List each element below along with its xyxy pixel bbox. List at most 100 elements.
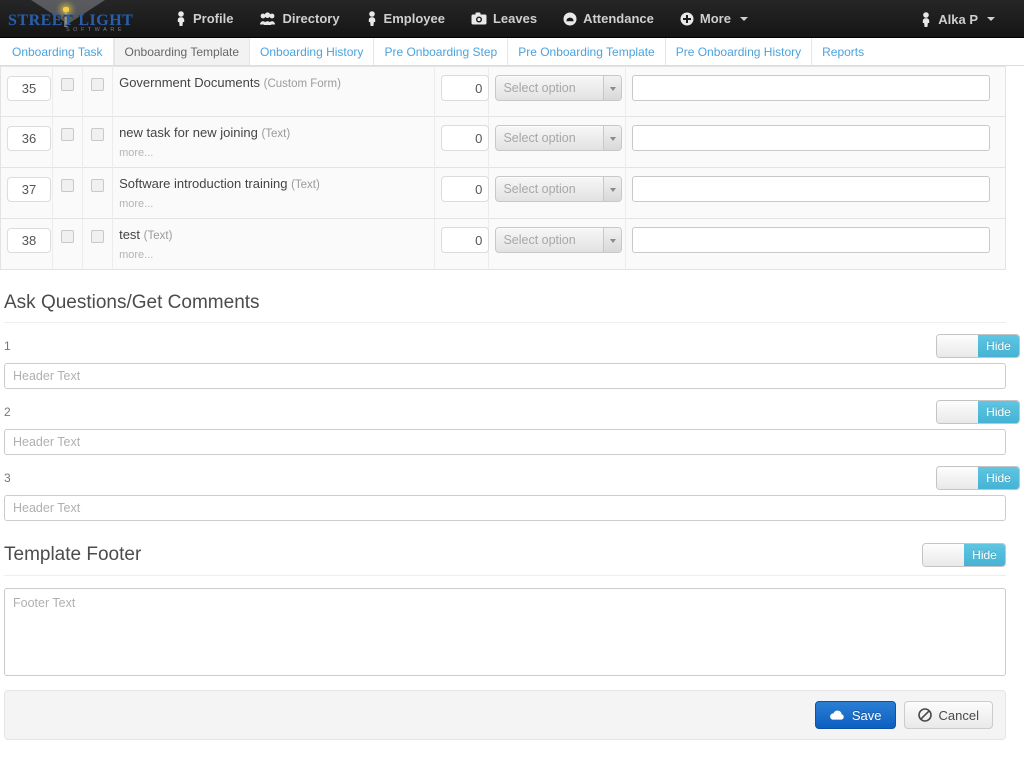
question-header-input[interactable] <box>4 363 1006 389</box>
task-option-select[interactable]: Select option <box>495 125 623 151</box>
toggle-hide-label: Hide <box>978 401 1019 423</box>
task-title-text: Government Documents <box>119 75 260 90</box>
task-option-select[interactable]: Select option <box>495 176 623 202</box>
task-note-input[interactable] <box>631 75 990 101</box>
nav-item-profile[interactable]: Profile <box>162 0 246 38</box>
task-note-input[interactable] <box>631 176 990 202</box>
task-more-link[interactable]: more... <box>119 198 428 210</box>
tab-onboarding-task[interactable]: Onboarding Task <box>2 38 114 65</box>
ban-icon <box>917 708 932 722</box>
question-row: 3 Hide <box>4 466 1020 490</box>
question-block: 3 Hide <box>0 466 1024 521</box>
question-row: 1 Hide <box>4 334 1020 358</box>
task-more-link[interactable]: more... <box>119 249 428 261</box>
chevron-down-icon <box>739 16 748 21</box>
onboarding-task-table: 35 Government Documents (Custom Form) Se… <box>0 66 1006 270</box>
nav-item-more[interactable]: More <box>667 0 761 38</box>
brand-logo[interactable]: STREET LIGHT SOFTWARE <box>0 0 150 38</box>
select-value: Select option <box>503 233 576 247</box>
table-row: 38 test (Text) more... Select option <box>0 218 1006 270</box>
plus-circle-icon <box>680 12 694 26</box>
chevron-down-icon <box>610 137 617 141</box>
footer-hide-toggle[interactable]: Hide <box>922 543 1006 567</box>
tab-onboarding-template[interactable]: Onboarding Template <box>113 38 251 65</box>
select-toggle-button[interactable] <box>603 126 622 150</box>
row-id: 38 <box>7 228 51 253</box>
task-title-text: test <box>119 227 141 242</box>
save-button[interactable]: Save <box>814 701 896 729</box>
footer-text-textarea[interactable] <box>4 588 1006 676</box>
nav-label-more: More <box>699 11 731 26</box>
task-note-input[interactable] <box>631 125 990 151</box>
cancel-button[interactable]: Cancel <box>903 701 993 729</box>
task-days-input[interactable] <box>441 75 490 101</box>
nav-item-attendance[interactable]: Attendance <box>550 0 667 38</box>
row-select-checkbox[interactable] <box>61 78 75 91</box>
task-days-input[interactable] <box>441 227 490 253</box>
sub-navigation-tabs: Onboarding Task Onboarding Template Onbo… <box>0 38 1024 66</box>
nav-item-employee[interactable]: Employee <box>353 0 458 38</box>
tab-onboarding-history[interactable]: Onboarding History <box>250 38 375 65</box>
select-value: Select option <box>503 131 576 145</box>
select-toggle-button[interactable] <box>603 177 622 201</box>
task-title: new task for new joining (Text) <box>119 125 428 142</box>
question-number: 3 <box>4 471 11 485</box>
toggle-hide-label: Hide <box>978 335 1019 357</box>
row-mandatory-checkbox[interactable] <box>91 128 105 141</box>
task-option-select[interactable]: Select option <box>495 227 623 253</box>
task-title-text: new task for new joining <box>119 125 258 140</box>
account-menu[interactable]: Alka P <box>907 0 1008 38</box>
nav-item-account[interactable]: Alka P <box>907 0 1008 38</box>
page-content: 35 Government Documents (Custom Form) Se… <box>0 66 1024 740</box>
toggle-knob <box>923 544 965 566</box>
tab-pre-onboarding-step[interactable]: Pre Onboarding Step <box>374 38 509 65</box>
select-toggle-button[interactable] <box>603 76 622 100</box>
nav-item-leaves[interactable]: Leaves <box>458 0 550 38</box>
row-select-checkbox[interactable] <box>61 128 75 141</box>
main-menu: Profile Directory Employee Leaves Attend <box>162 0 761 38</box>
tab-reports[interactable]: Reports <box>812 38 875 65</box>
task-type-label: (Text) <box>261 128 291 140</box>
task-note-input[interactable] <box>631 227 990 253</box>
task-days-input[interactable] <box>441 125 490 151</box>
row-mandatory-checkbox[interactable] <box>91 179 105 192</box>
row-select-checkbox[interactable] <box>61 179 75 192</box>
tab-pre-onboarding-template[interactable]: Pre Onboarding Template <box>508 38 666 65</box>
nav-item-directory[interactable]: Directory <box>246 0 352 38</box>
task-days-input[interactable] <box>441 176 490 202</box>
table-row: 35 Government Documents (Custom Form) Se… <box>0 66 1006 117</box>
toggle-hide-label: Hide <box>978 467 1019 489</box>
task-option-select[interactable]: Select option <box>495 75 623 101</box>
task-type-label: (Text) <box>143 230 173 242</box>
user-icon <box>175 11 187 26</box>
top-navbar: STREET LIGHT SOFTWARE Profile Directory … <box>0 0 1024 38</box>
question-number: 1 <box>4 339 11 353</box>
save-button-label: Save <box>851 707 882 723</box>
select-toggle-button[interactable] <box>603 228 622 252</box>
question-hide-toggle[interactable]: Hide <box>936 466 1020 490</box>
footer-section-title: Template Footer <box>4 544 142 565</box>
toggle-knob <box>937 467 979 489</box>
row-mandatory-checkbox[interactable] <box>91 78 105 91</box>
row-mandatory-checkbox[interactable] <box>91 230 105 243</box>
user-icon <box>920 11 932 27</box>
question-block: 1 Hide <box>0 334 1024 389</box>
chevron-down-icon <box>610 87 617 91</box>
task-title-text: Software introduction training <box>119 176 288 191</box>
nav-label-employee: Employee <box>383 11 445 26</box>
question-number: 2 <box>4 405 11 419</box>
question-hide-toggle[interactable]: Hide <box>936 400 1020 424</box>
task-type-label: (Text) <box>291 179 320 191</box>
nav-label-profile: Profile <box>193 11 234 26</box>
tab-pre-onboarding-history[interactable]: Pre Onboarding History <box>665 38 813 65</box>
questions-section-title: Ask Questions/Get Comments <box>4 292 1006 323</box>
nav-label-leaves: Leaves <box>492 11 538 26</box>
question-header-input[interactable] <box>4 495 1006 521</box>
row-id: 37 <box>7 177 51 202</box>
question-header-input[interactable] <box>4 429 1006 455</box>
task-more-link[interactable]: more... <box>119 147 428 159</box>
row-id: 36 <box>7 126 51 151</box>
question-hide-toggle[interactable]: Hide <box>936 334 1020 358</box>
row-select-checkbox[interactable] <box>61 230 75 243</box>
footer-section-header: Template Footer Hide <box>4 543 1006 576</box>
